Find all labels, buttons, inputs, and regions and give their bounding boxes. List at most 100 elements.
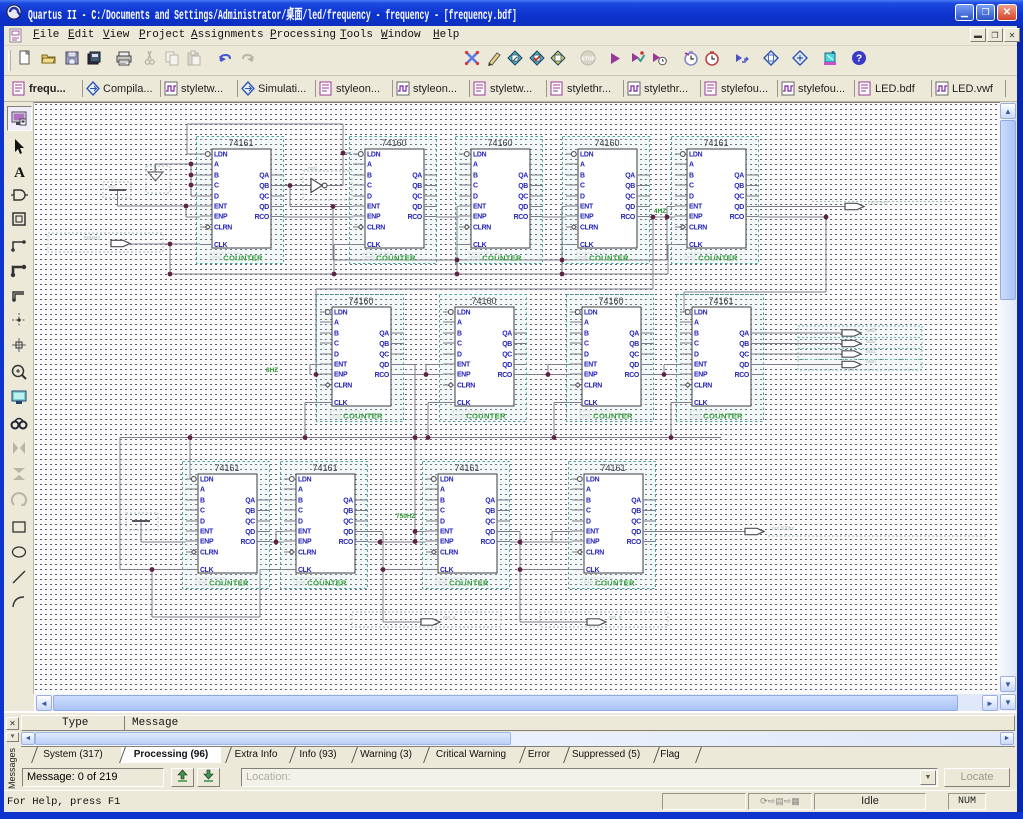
svg-text:ENP: ENP bbox=[200, 539, 214, 546]
svg-text:QA: QA bbox=[518, 173, 528, 180]
svg-text:ENT: ENT bbox=[584, 362, 598, 369]
svg-text:74160: 74160 bbox=[487, 138, 512, 148]
svg-text:OUT2HZ: OUT2HZ bbox=[868, 201, 888, 207]
svg-text:QB: QB bbox=[379, 341, 389, 348]
svg-text:out1: out1 bbox=[866, 349, 876, 355]
svg-text:B: B bbox=[367, 173, 372, 180]
svg-text:QA: QA bbox=[502, 331, 512, 338]
svg-text:inst2: inst2 bbox=[692, 413, 702, 418]
svg-text:QA: QA bbox=[625, 173, 635, 180]
svg-text:QC: QC bbox=[485, 519, 495, 526]
svg-text:C: C bbox=[200, 508, 205, 515]
svg-text:RCO: RCO bbox=[241, 539, 256, 546]
svg-text:vcc: vcc bbox=[108, 184, 116, 190]
svg-text:4HZ: 4HZ bbox=[654, 208, 666, 215]
svg-text:LDN: LDN bbox=[298, 477, 312, 484]
svg-text:74160: 74160 bbox=[598, 296, 623, 306]
svg-text:CLRN: CLRN bbox=[584, 383, 602, 390]
svg-text:inst6: inst6 bbox=[296, 580, 306, 585]
svg-text:B: B bbox=[694, 331, 699, 338]
svg-text:C: C bbox=[580, 183, 585, 190]
svg-text:CLRN: CLRN bbox=[689, 225, 707, 232]
svg-text:ENT: ENT bbox=[214, 204, 228, 211]
svg-text:RCO: RCO bbox=[627, 539, 642, 546]
svg-text:A: A bbox=[367, 162, 372, 169]
svg-text:RCO: RCO bbox=[621, 214, 636, 221]
svg-text:RCO: RCO bbox=[481, 539, 496, 546]
svg-text:QA: QA bbox=[245, 498, 255, 505]
svg-text:CLRN: CLRN bbox=[580, 225, 598, 232]
svg-text:B: B bbox=[440, 498, 445, 505]
svg-text:QD: QD bbox=[518, 204, 528, 211]
svg-text:QA: QA bbox=[259, 173, 269, 180]
svg-text:B: B bbox=[689, 173, 694, 180]
svg-text:C: C bbox=[694, 341, 699, 348]
svg-text:QC: QC bbox=[245, 519, 255, 526]
svg-text:inst4: inst4 bbox=[584, 580, 594, 585]
svg-text:inst2: inst2 bbox=[332, 413, 342, 418]
svg-text:?: ? bbox=[856, 54, 862, 65]
svg-text:CLK: CLK bbox=[689, 242, 703, 249]
svg-text:ENT: ENT bbox=[580, 204, 594, 211]
svg-text:out2: out2 bbox=[866, 339, 876, 345]
svg-text:ENP: ENP bbox=[367, 214, 381, 221]
svg-text:QB: QB bbox=[518, 183, 528, 190]
svg-text:QC: QC bbox=[502, 352, 512, 359]
svg-text:ENT: ENT bbox=[694, 362, 708, 369]
svg-text:ENP: ENP bbox=[334, 372, 348, 379]
svg-text:LDN: LDN bbox=[694, 310, 708, 317]
svg-text:CLRN: CLRN bbox=[473, 225, 491, 232]
svg-text:out3: out3 bbox=[866, 328, 876, 334]
svg-text:RCO: RCO bbox=[255, 214, 270, 221]
svg-text:ENT: ENT bbox=[440, 529, 454, 536]
svg-text:QB: QB bbox=[629, 341, 639, 348]
svg-text:QA: QA bbox=[485, 498, 495, 505]
svg-text:inst8: inst8 bbox=[198, 580, 208, 585]
svg-text:CLRN: CLRN bbox=[200, 550, 218, 557]
svg-text:B: B bbox=[580, 173, 585, 180]
svg-text:QA: QA bbox=[631, 498, 641, 505]
svg-text:QB: QB bbox=[412, 183, 422, 190]
svg-text:ENP: ENP bbox=[457, 372, 471, 379]
svg-text:CLK: CLK bbox=[584, 400, 598, 407]
svg-text:A: A bbox=[334, 320, 339, 327]
svg-text:QA: QA bbox=[412, 173, 422, 180]
svg-text:C: C bbox=[689, 183, 694, 190]
svg-text:ENP: ENP bbox=[298, 539, 312, 546]
svg-text:ENT: ENT bbox=[457, 362, 471, 369]
svg-text:QB: QB bbox=[245, 508, 255, 515]
svg-text:B: B bbox=[457, 331, 462, 338]
svg-text:COUNTER: COUNTER bbox=[589, 254, 629, 263]
svg-text:A: A bbox=[457, 320, 462, 327]
svg-text:ENT: ENT bbox=[473, 204, 487, 211]
svg-text:50MHZ: 50MHZ bbox=[84, 236, 100, 242]
svg-text:A: A bbox=[689, 162, 694, 169]
svg-text:LDN: LDN bbox=[440, 477, 454, 484]
svg-text:QA: QA bbox=[739, 331, 749, 338]
svg-text:out_a: out_a bbox=[443, 615, 456, 621]
svg-text:CLK: CLK bbox=[367, 242, 381, 249]
svg-text:QC: QC bbox=[734, 194, 744, 201]
svg-text:COUNTER: COUNTER bbox=[703, 412, 743, 421]
svg-text:QB: QB bbox=[485, 508, 495, 515]
svg-text:ENP: ENP bbox=[440, 539, 454, 546]
svg-text:B: B bbox=[214, 173, 219, 180]
svg-text:A: A bbox=[440, 487, 445, 494]
svg-text:CLK: CLK bbox=[457, 400, 471, 407]
svg-text:CLK: CLK bbox=[586, 567, 600, 574]
svg-text:CLK: CLK bbox=[214, 242, 228, 249]
svg-text:ENP: ENP bbox=[473, 214, 487, 221]
svg-text:QC: QC bbox=[739, 352, 749, 359]
svg-text:D: D bbox=[200, 519, 205, 526]
svg-text:B: B bbox=[584, 331, 589, 338]
svg-text:D: D bbox=[694, 352, 699, 359]
svg-text:CLRN: CLRN bbox=[298, 550, 316, 557]
svg-text:QC: QC bbox=[518, 194, 528, 201]
svg-text:D: D bbox=[457, 352, 462, 359]
svg-text:QD: QD bbox=[412, 204, 422, 211]
svg-text:COUNTER: COUNTER bbox=[343, 412, 383, 421]
svg-text:QA: QA bbox=[379, 331, 389, 338]
svg-text:COUNTER: COUNTER bbox=[209, 579, 249, 588]
svg-text:STOP: STOP bbox=[581, 57, 595, 63]
svg-text:COUNTER: COUNTER bbox=[698, 254, 738, 263]
